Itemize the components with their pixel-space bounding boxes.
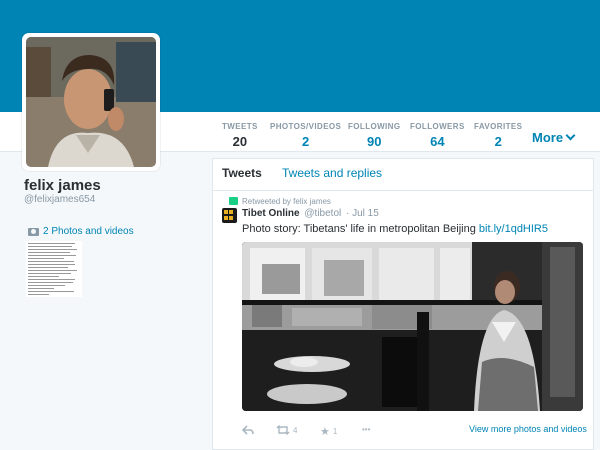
stat-label: FOLLOWERS	[410, 122, 465, 131]
tweet-photo[interactable]	[242, 242, 583, 411]
stat-label: TWEETS	[222, 122, 258, 131]
tweet-text: Photo story: Tibetans' life in metropoli…	[242, 223, 548, 235]
favorite-button[interactable]: ★ 1	[320, 425, 337, 438]
stat-favorites[interactable]: FAVORITES 2	[474, 122, 522, 149]
stat-value: 20	[232, 134, 248, 149]
camera-icon	[28, 227, 39, 236]
media-thumbnail[interactable]	[26, 241, 82, 297]
stat-label: FOLLOWING	[348, 122, 401, 131]
profile-avatar[interactable]	[22, 33, 160, 171]
stat-value: 2	[302, 134, 310, 149]
retweet-button[interactable]: 4	[276, 425, 297, 435]
retweet-count: 4	[293, 425, 298, 435]
author-name: Tibet Online	[242, 208, 300, 219]
tweet-date[interactable]: · Jul 15	[346, 208, 379, 219]
photos-videos-link[interactable]: 2 Photos and videos	[28, 226, 134, 237]
divider	[213, 190, 593, 191]
stat-value: 64	[430, 134, 445, 149]
tweet-photo-image	[242, 242, 583, 411]
retweeted-by[interactable]: Retweeted by felix james	[242, 197, 331, 206]
author-handle: @tibetol	[304, 208, 342, 219]
stat-tweets[interactable]: TWEETS 20	[222, 122, 258, 161]
stat-value: 2	[494, 134, 502, 149]
tweet-body: Photo story: Tibetans' life in metropoli…	[242, 223, 476, 235]
tweet-link[interactable]: bit.ly/1qdHIR5	[479, 223, 548, 235]
stat-label: FAVORITES	[474, 122, 523, 131]
stat-label: PHOTOS/VIDEOS	[270, 122, 342, 131]
more-label: More	[532, 130, 564, 145]
star-icon: ★	[320, 426, 330, 438]
chevron-down-icon	[565, 130, 576, 141]
tweet-author-avatar[interactable]	[222, 208, 237, 223]
profile-handle: @felixjames654	[24, 194, 96, 205]
avatar-photo	[26, 37, 156, 167]
stat-following[interactable]: FOLLOWING 90	[348, 122, 400, 149]
photos-link-label: 2 Photos and videos	[43, 226, 134, 237]
reply-button[interactable]	[242, 425, 254, 435]
retweet-action-icon	[276, 425, 290, 435]
reply-icon	[242, 425, 254, 435]
view-more-photos-link[interactable]: View more photos and videos	[469, 424, 587, 434]
tweet-author[interactable]: Tibet Online @tibetol · Jul 15	[242, 208, 379, 219]
more-menu-button[interactable]: More	[532, 130, 576, 145]
stat-photos-videos[interactable]: PHOTOS/VIDEOS 2	[270, 122, 341, 149]
stat-followers[interactable]: FOLLOWERS 64	[410, 122, 465, 149]
stat-value: 90	[367, 134, 382, 149]
retweet-icon	[229, 197, 238, 205]
more-actions-button[interactable]: •••	[362, 425, 370, 434]
tab-tweets-and-replies[interactable]: Tweets and replies	[282, 166, 382, 180]
favorite-count: 1	[332, 427, 338, 436]
more-dots-icon: •••	[362, 425, 371, 434]
tab-tweets[interactable]: Tweets	[222, 166, 262, 180]
profile-name[interactable]: felix james	[24, 177, 101, 194]
